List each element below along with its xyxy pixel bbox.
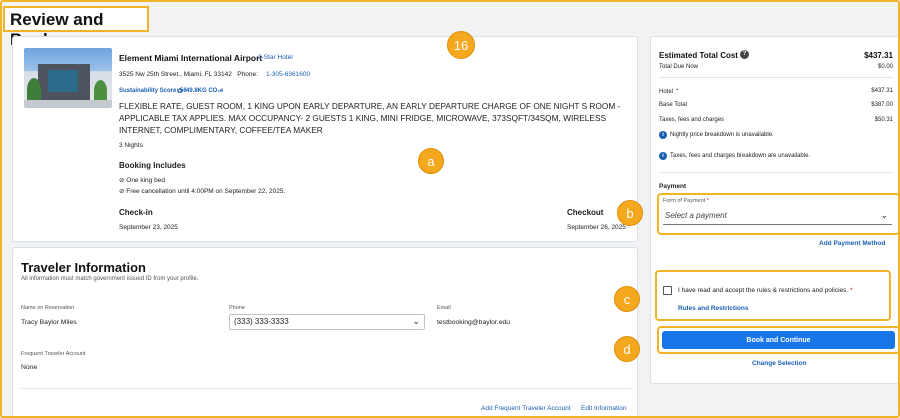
hotel-phone-link[interactable]: 1-305-6361600 xyxy=(266,71,310,78)
leaf-icon: ✿ xyxy=(177,88,183,95)
phone-field-label: Phone xyxy=(229,305,245,311)
hotel-toggle-label: Hotel xyxy=(659,89,674,95)
info-icon: i xyxy=(659,152,667,160)
payment-select-placeholder: Select a payment xyxy=(665,211,727,220)
co2-value: 49.8KG CO₂e xyxy=(186,88,224,94)
payment-heading: Payment xyxy=(659,183,687,190)
terms-label: I have read and accept the rules & restr… xyxy=(678,287,849,294)
chevron-down-icon: ⌄ xyxy=(412,316,420,326)
info-icon: i xyxy=(659,131,667,139)
ffa-label: Frequent Traveler Account xyxy=(21,351,86,357)
callout-badge-b: b xyxy=(617,200,643,226)
hotel-name: Element Miami International Airport xyxy=(119,53,263,63)
name-value: Tracy Baylor Miles xyxy=(21,319,77,326)
email-label: Email xyxy=(437,305,451,311)
include-item: ⊘ Free cancellation until 4:00PM on Sept… xyxy=(119,187,285,195)
phone-select-value: (333) 333-3333 xyxy=(234,317,289,326)
base-total-label: Base Total xyxy=(659,102,687,108)
required-marker: * xyxy=(706,198,709,204)
terms-group: I have read and accept the rules & restr… xyxy=(655,270,891,321)
include-item-text: One king bed xyxy=(126,177,165,184)
taxes-amount: $50.31 xyxy=(874,117,893,123)
step-badge: 16 xyxy=(447,31,475,59)
payment-field-group: Form of Payment * Select a payment ⌄ xyxy=(657,193,900,235)
star-rating-link[interactable]: 3-Star Hotel xyxy=(258,54,293,61)
info-taxes-text: Taxes, fees and charges breakdown are un… xyxy=(670,153,811,159)
traveler-card: Traveler Information All information mus… xyxy=(12,247,638,418)
payment-field-label: Form of Payment * xyxy=(663,198,709,204)
change-selection-link[interactable]: Change Selection xyxy=(752,360,807,367)
payment-select[interactable]: Select a payment ⌄ xyxy=(663,208,892,225)
callout-badge-c: c xyxy=(614,286,640,312)
traveler-note: All information must match government is… xyxy=(21,276,199,282)
required-marker: * xyxy=(850,287,853,294)
chevron-up-icon: ⌃ xyxy=(674,89,680,95)
callout-badge-d: d xyxy=(614,336,640,362)
divider xyxy=(659,77,893,78)
due-now-label: Total Due Now xyxy=(659,64,699,70)
hotel-toggle[interactable]: Hotel ⌃ xyxy=(659,88,680,95)
divider xyxy=(21,388,631,389)
add-frequent-traveler-link[interactable]: Add Frequent Traveler Account xyxy=(481,405,571,412)
check-circle-icon: ⊘ xyxy=(119,177,125,184)
divider xyxy=(659,172,893,173)
taxes-label: Taxes, fees and charges xyxy=(659,117,725,123)
include-item: ⊘ One king bed xyxy=(119,176,165,184)
terms-text: I have read and accept the rules & restr… xyxy=(678,287,853,294)
hotel-amount: $437.31 xyxy=(871,88,893,94)
nights-count: 3 Nights xyxy=(119,142,143,149)
include-item-text: Free cancellation until 4:00PM on Septem… xyxy=(126,188,286,195)
checkout-date: September 26, 2025 xyxy=(567,224,626,231)
checkin-label: Check-in xyxy=(119,208,153,217)
hotel-image xyxy=(24,48,112,108)
address-text: 3525 Nw 25th Street., Miami, FL 33142 xyxy=(119,71,232,78)
terms-checkbox[interactable] xyxy=(663,286,672,295)
book-and-continue-button[interactable]: Book and Continue xyxy=(662,331,895,349)
name-label: Name on Reservation xyxy=(21,305,75,311)
add-payment-method-link[interactable]: Add Payment Method xyxy=(819,240,885,247)
hotel-address: 3525 Nw 25th Street., Miami, FL 33142 Ph… xyxy=(119,71,258,78)
phone-select[interactable]: (333) 333-3333 ⌄ xyxy=(229,314,425,330)
ffa-value: None xyxy=(21,364,38,371)
payment-field-label-text: Form of Payment xyxy=(663,198,706,204)
chevron-down-icon: ⌄ xyxy=(880,210,888,220)
estimated-total-amount: $437.31 xyxy=(864,51,893,60)
hotel-card: Element Miami International Airport 3-St… xyxy=(12,36,638,242)
email-value: testbooking@baylor.edu xyxy=(437,319,511,326)
phone-label: Phone: xyxy=(237,71,258,78)
info-nightly-text: Nightly price breakdown is unavailable. xyxy=(670,132,774,138)
rules-restrictions-link[interactable]: Rules and Restrictions xyxy=(678,305,748,312)
check-circle-icon: ⊘ xyxy=(119,188,125,195)
edit-information-link[interactable]: Edit Information xyxy=(581,405,627,412)
estimated-total-title: Estimated Total Cost xyxy=(659,51,738,60)
checkout-label: Checkout xyxy=(567,208,604,217)
booking-includes-heading: Booking Includes xyxy=(119,161,186,170)
rate-description: FLEXIBLE RATE, GUEST ROOM, 1 KING UPON E… xyxy=(119,101,621,135)
book-button-group: Book and Continue xyxy=(657,326,900,354)
base-total-amount: $387.00 xyxy=(871,102,893,108)
callout-badge-a: a xyxy=(418,148,444,174)
page-title: Review and Book xyxy=(3,6,149,49)
help-icon[interactable]: ? xyxy=(740,50,749,59)
checkin-date: September 23, 2025 xyxy=(119,224,178,231)
traveler-title: Traveler Information xyxy=(21,260,146,275)
due-now-amount: $0.00 xyxy=(877,64,893,70)
